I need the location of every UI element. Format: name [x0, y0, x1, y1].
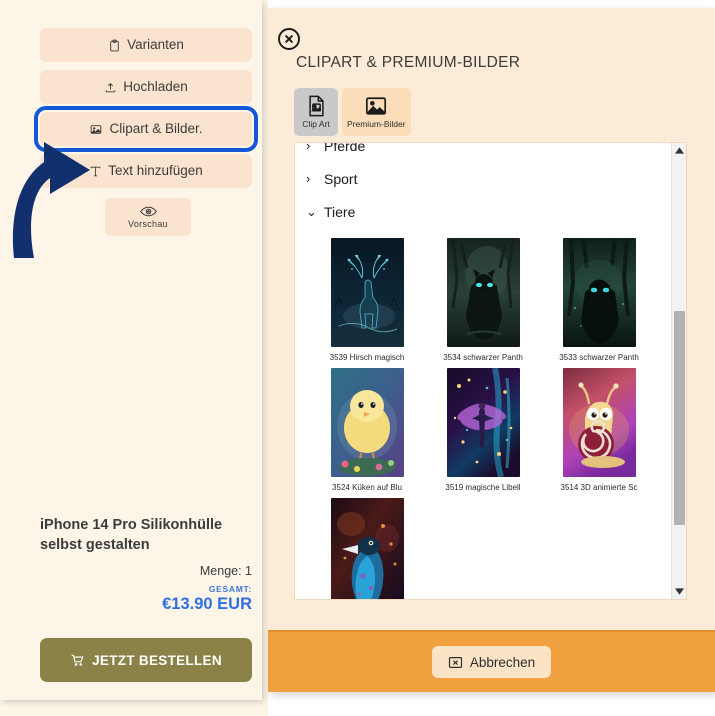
clipart-browser: › Pferde › Sport ⌄ Tiere 3539 Hirsch mag… — [294, 142, 687, 600]
designer-sidebar: Varianten Hochladen Clipart & Bilder. Te… — [0, 0, 268, 716]
clipart-item[interactable]: 3519 magische Libell — [425, 368, 541, 492]
clipart-label: 3533 schwarzer Panth — [559, 353, 639, 362]
clipart-thumbnail-panther — [446, 238, 520, 347]
clipart-item[interactable]: 3539 Hirsch magisch — [309, 238, 425, 362]
clipart-label: 3534 schwarzer Panth — [443, 353, 523, 362]
clipart-item[interactable]: 3533 schwarzer Panth — [541, 238, 657, 362]
preview-button[interactable]: Vorschau — [105, 198, 191, 236]
sidebar-surface: Varianten Hochladen Clipart & Bilder. Te… — [0, 0, 262, 700]
tab-premium[interactable]: Premium-Bilder — [342, 88, 411, 136]
clipart-label: 3519 magische Libell — [445, 483, 521, 492]
pointer-arrow-annotation — [0, 130, 100, 265]
grid-scrollbar[interactable] — [671, 143, 686, 599]
tab-clipart[interactable]: Clip Art — [294, 88, 338, 136]
total-price: €13.90 EUR — [162, 595, 252, 614]
price-block: GESAMT: €13.90 EUR — [40, 584, 252, 614]
clipart-item[interactable]: 3524 Küken auf Blu — [309, 368, 425, 492]
tab-clipart-label: Clip Art — [302, 119, 330, 129]
cancel-button[interactable]: Abbrechen — [431, 646, 552, 678]
eye-icon — [139, 205, 157, 218]
clipart-label: 3524 Küken auf Blu — [332, 483, 402, 492]
sidebar-item-clipart[interactable]: Clipart & Bilder. — [40, 112, 252, 146]
clipart-label: 3514 3D animierte Sc — [560, 483, 638, 492]
clipart-thumbnail-chick — [330, 368, 404, 477]
scrollbar-thumb[interactable] — [674, 311, 685, 525]
clipart-thumbnail-panther2 — [562, 238, 636, 347]
cart-icon — [70, 653, 85, 667]
sidebar-item-text[interactable]: Text hinzufügen — [40, 154, 252, 188]
sidebar-item-label: Text hinzufügen — [108, 163, 203, 179]
clipart-label: 3539 Hirsch magisch — [329, 353, 405, 362]
clipart-thumbnail-dragonfly — [446, 368, 520, 477]
sidebar-item-hochladen[interactable]: Hochladen — [40, 70, 252, 104]
category-row-tiere[interactable]: ⌄ Tiere — [295, 195, 671, 228]
modal-footer: Abbrechen — [268, 630, 715, 692]
sidebar-item-label: Clipart & Bilder. — [109, 121, 203, 137]
product-quantity: Menge: 1 — [199, 564, 252, 579]
page-title: CLIPART & PREMIUM-BILDER — [296, 54, 521, 71]
caret-down-icon[interactable] — [672, 584, 686, 599]
text-icon — [89, 165, 102, 178]
preview-button-label: Vorschau — [128, 219, 168, 229]
chevron-down-icon: ⌄ — [306, 204, 317, 219]
clipart-thumbnail-snail — [562, 368, 636, 477]
picture-icon — [365, 96, 387, 117]
image-icon — [89, 123, 103, 136]
category-label: Sport — [324, 170, 358, 187]
modal-tabs: Clip Art Premium-Bilder — [294, 88, 411, 136]
chevron-right-icon: › — [306, 142, 311, 153]
clipart-modal: CLIPART & PREMIUM-BILDER Clip Art Premiu… — [268, 8, 715, 692]
clipart-item[interactable]: 3514 3D animierte Sc — [541, 368, 657, 492]
clipart-item[interactable]: 3534 schwarzer Panth — [425, 238, 541, 362]
file-image-icon — [307, 95, 326, 117]
product-summary: iPhone 14 Pro Silikonhülle selbst gestal… — [40, 516, 252, 614]
sidebar-item-label: Varianten — [127, 37, 184, 53]
category-row-sport[interactable]: › Sport — [295, 162, 671, 195]
close-box-icon — [448, 655, 463, 670]
total-label: GESAMT: — [208, 584, 252, 595]
order-now-button[interactable]: JETZT BESTELLEN — [40, 638, 252, 682]
category-label: Pferde — [324, 142, 366, 154]
category-label: Tiere — [324, 203, 356, 220]
category-row-pferde[interactable]: › Pferde — [295, 142, 671, 162]
tab-premium-label: Premium-Bilder — [347, 118, 406, 129]
close-circle-icon[interactable] — [276, 26, 302, 52]
clipart-thumbnail-bird — [330, 498, 404, 599]
caret-up-icon[interactable] — [672, 143, 686, 158]
sidebar-item-varianten[interactable]: Varianten — [40, 28, 252, 62]
clipart-grid: 3539 Hirsch magisch 3534 schwarzer Panth… — [295, 228, 671, 599]
product-title: iPhone 14 Pro Silikonhülle selbst gestal… — [40, 517, 223, 553]
chevron-right-icon: › — [306, 171, 311, 186]
upload-icon — [104, 81, 117, 94]
browser-scroll-content: › Pferde › Sport ⌄ Tiere 3539 Hirsch mag… — [295, 142, 671, 599]
clipboard-icon — [108, 39, 121, 52]
order-now-label: JETZT BESTELLEN — [92, 652, 222, 668]
cancel-button-label: Abbrechen — [469, 654, 536, 670]
sidebar-item-label: Hochladen — [123, 79, 188, 95]
clipart-thumbnail-deer — [330, 238, 404, 347]
clipart-item[interactable] — [309, 498, 425, 599]
